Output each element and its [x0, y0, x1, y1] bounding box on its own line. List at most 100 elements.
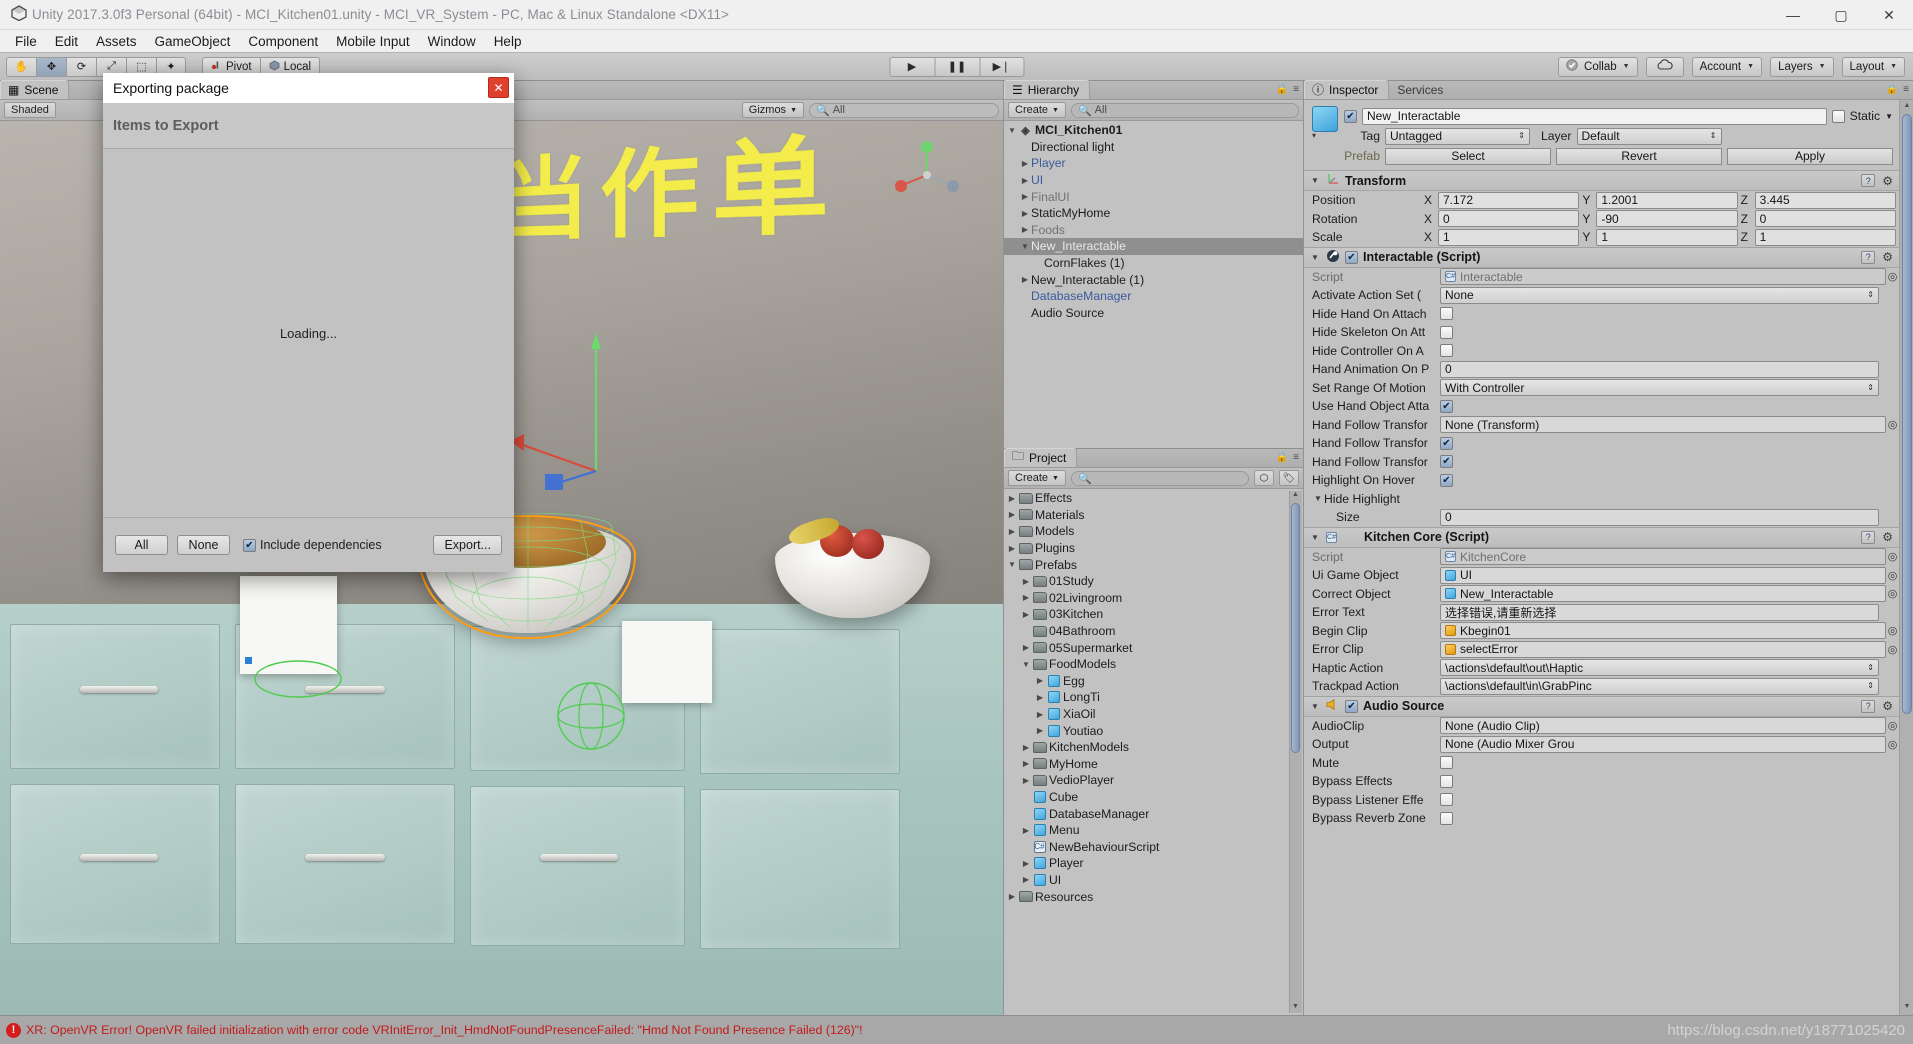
step-button[interactable]: ▶❘ [979, 56, 1024, 77]
project-item[interactable]: ▼ FoodModels [1004, 656, 1303, 673]
menu-file[interactable]: File [6, 32, 46, 51]
expand-arrow-icon[interactable]: ▶ [1034, 676, 1046, 685]
cloud-button[interactable] [1645, 56, 1684, 77]
foldout-icon[interactable]: ▼ [1312, 494, 1324, 503]
axis-input-z[interactable]: 1 [1754, 228, 1896, 246]
expand-arrow-icon[interactable]: ▶ [1019, 192, 1031, 201]
project-item[interactable]: ▶ Cube [1004, 789, 1303, 806]
expand-arrow-icon[interactable]: ▶ [1006, 494, 1018, 503]
expand-arrow-icon[interactable]: ▶ [1019, 292, 1031, 301]
layout-button[interactable]: Layout ▼ [1841, 56, 1905, 77]
expand-arrow-icon[interactable]: ▶ [1020, 759, 1032, 768]
project-item[interactable]: ▶ Effects [1004, 490, 1303, 507]
axis-input-x[interactable]: 0 [1438, 210, 1580, 228]
expand-arrow-icon[interactable]: ▶ [1020, 875, 1032, 884]
project-item[interactable]: ▶C#NewBehaviourScript [1004, 838, 1303, 855]
expand-arrow-icon[interactable]: ▶ [1020, 743, 1032, 752]
prefab-revert-button[interactable]: Revert [1556, 147, 1722, 165]
hierarchy-item[interactable]: ▼ ◈ MCI_Kitchen01 [1004, 122, 1303, 139]
property-checkbox[interactable] [1440, 307, 1453, 321]
gear-icon[interactable]: ⚙ [1882, 250, 1893, 264]
expand-arrow-icon[interactable]: ▶ [1020, 776, 1032, 785]
lock-icon[interactable]: 🔒 [1276, 452, 1288, 463]
expand-arrow-icon[interactable]: ▶ [1020, 593, 1032, 602]
layer-dropdown[interactable]: Default ⇕ [1576, 127, 1722, 145]
move-tool-icon[interactable]: ✥ [36, 56, 66, 77]
expand-arrow-icon[interactable]: ▶ [1020, 792, 1032, 801]
expand-arrow-icon[interactable]: ▶ [1020, 577, 1032, 586]
project-create-button[interactable]: Create ▼ [1008, 470, 1066, 486]
scene-search-input[interactable]: 🔍 All [809, 102, 999, 118]
foldout-icon[interactable]: ▼ [1309, 176, 1321, 185]
property-checkbox[interactable]: ✔ [1440, 436, 1453, 450]
expand-arrow-icon[interactable]: ▶ [1006, 527, 1018, 536]
property-checkbox[interactable]: ✔ [1440, 399, 1453, 413]
project-item[interactable]: ▶ Resources [1004, 888, 1303, 905]
filter-by-type-icon[interactable]: ⬡ [1254, 470, 1274, 486]
dialog-close-button[interactable]: ✕ [488, 77, 509, 98]
expand-arrow-icon[interactable]: ▶ [1006, 544, 1018, 553]
project-search-input[interactable]: 🔍 [1070, 470, 1249, 486]
help-icon[interactable]: ? [1861, 530, 1876, 544]
hierarchy-item[interactable]: ▶DatabaseManager [1004, 288, 1303, 305]
scene-view-gizmo[interactable] [891, 139, 963, 211]
project-item[interactable]: ▶ VedioPlayer [1004, 772, 1303, 789]
chevron-down-icon[interactable]: ▼ [1885, 112, 1893, 121]
expand-arrow-icon[interactable]: ▶ [1020, 842, 1032, 851]
expand-arrow-open-icon[interactable]: ▼ [1020, 660, 1032, 669]
close-button[interactable]: ✕ [1865, 0, 1913, 30]
expand-arrow-icon[interactable]: ▶ [1019, 209, 1031, 218]
object-reference-field[interactable]: Kbegin01 [1440, 622, 1886, 640]
expand-arrow-icon[interactable]: ▶ [1034, 710, 1046, 719]
lock-icon[interactable]: 🔒 [1276, 84, 1288, 95]
expand-arrow-icon[interactable]: ▶ [1019, 176, 1031, 185]
object-picker-icon[interactable]: ◎ [1886, 643, 1899, 656]
panel-menu-icon[interactable]: ≡ [1293, 452, 1299, 463]
axis-input-y[interactable]: 1.2001 [1596, 191, 1738, 209]
panel-menu-icon[interactable]: ≡ [1293, 84, 1299, 95]
audio-source-enabled-checkbox[interactable]: ✔ [1345, 699, 1358, 713]
tab-inspector[interactable]: ⓘ Inspector [1304, 80, 1390, 99]
component-header-interactable[interactable]: ▼ ✔ Interactable (Script) ? ⚙ [1304, 246, 1899, 268]
scroll-down-icon[interactable]: ▼ [1291, 1003, 1300, 1013]
select-none-button[interactable]: None [177, 535, 230, 555]
hierarchy-create-button[interactable]: Create ▼ [1008, 102, 1066, 118]
foldout-icon[interactable]: ▼ [1309, 253, 1321, 262]
object-reference-field[interactable]: New_Interactable [1440, 585, 1886, 603]
expand-arrow-icon[interactable]: ▶ [1020, 643, 1032, 652]
object-picker-icon[interactable]: ◎ [1886, 738, 1899, 751]
project-item[interactable]: ▶ MyHome [1004, 756, 1303, 773]
account-button[interactable]: Account ▼ [1691, 56, 1763, 77]
expand-arrow-icon[interactable]: ▶ [1006, 892, 1018, 901]
help-icon[interactable]: ? [1861, 699, 1876, 713]
axis-input-x[interactable]: 7.172 [1438, 191, 1580, 209]
expand-arrow-icon[interactable]: ▶ [1034, 693, 1046, 702]
tab-services[interactable]: Services [1389, 80, 1454, 99]
property-checkbox[interactable] [1440, 793, 1453, 807]
property-input[interactable]: 0 [1440, 508, 1879, 526]
object-reference-field[interactable]: C# Interactable [1440, 268, 1886, 286]
property-checkbox[interactable] [1440, 774, 1453, 788]
property-dropdown[interactable]: \actions\default\in\GrabPinc ⇕ [1440, 677, 1879, 695]
hierarchy-item[interactable]: ▶CornFlakes (1) [1004, 255, 1303, 272]
project-item[interactable]: ▶ 02Livingroom [1004, 590, 1303, 607]
axis-input-z[interactable]: 0 [1754, 210, 1896, 228]
hierarchy-item[interactable]: ▶ New_Interactable (1) [1004, 271, 1303, 288]
project-tree[interactable]: ▶ Effects ▶ Materials ▶ Models ▶ Plugins ▼ Prefab… [1004, 489, 1303, 1015]
static-checkbox[interactable] [1831, 109, 1845, 123]
object-picker-icon[interactable]: ◎ [1886, 270, 1899, 283]
component-header-audio-source[interactable]: ▼ ✔ Audio Source ? ⚙ [1304, 695, 1899, 717]
property-checkbox[interactable]: ✔ [1440, 473, 1453, 487]
minimize-button[interactable]: — [1769, 0, 1817, 30]
foldout-icon[interactable]: ▼ [1309, 702, 1321, 711]
hand-tool-icon[interactable]: ✋ [6, 56, 36, 77]
scroll-up-icon[interactable]: ▲ [1902, 102, 1912, 112]
property-checkbox[interactable] [1440, 325, 1453, 339]
menu-edit[interactable]: Edit [46, 32, 87, 51]
object-reference-field[interactable]: UI [1440, 566, 1886, 584]
hierarchy-item[interactable]: ▶ FinalUI [1004, 188, 1303, 205]
project-item[interactable]: ▶ Materials [1004, 507, 1303, 524]
object-reference-field[interactable]: None (Transform) [1440, 416, 1886, 434]
hierarchy-item[interactable]: ▶Directional light [1004, 139, 1303, 156]
gameobject-name-input[interactable]: New_Interactable [1362, 107, 1827, 125]
